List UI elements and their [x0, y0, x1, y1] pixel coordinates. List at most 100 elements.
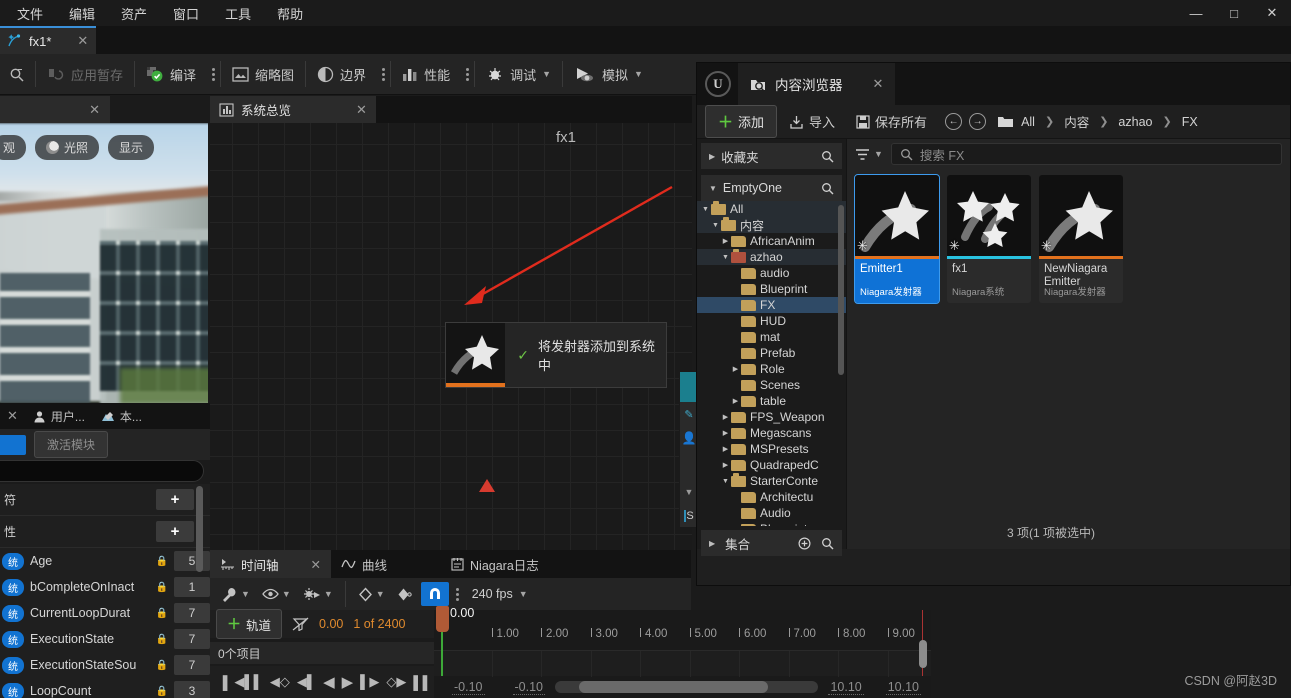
- folder-tree-item[interactable]: ▼ StarterConte: [697, 472, 846, 489]
- asset-tab-fx1[interactable]: fx1* ✕: [0, 26, 97, 54]
- folder-tree-item[interactable]: mat: [697, 329, 846, 345]
- chevron-down-icon[interactable]: ▼: [376, 589, 385, 599]
- previous-key-button[interactable]: ◀▌▌: [234, 674, 262, 690]
- arrow-left-icon[interactable]: ←: [945, 113, 963, 130]
- chevron-down-icon[interactable]: ▼: [720, 254, 731, 261]
- menu-item-edit[interactable]: 编辑: [56, 0, 108, 27]
- collections-header[interactable]: ▶ 集合: [701, 530, 842, 556]
- parameter-row[interactable]: 统 ExecutionState 🔒 7: [0, 626, 210, 652]
- chevron-down-icon[interactable]: ▼: [241, 589, 250, 599]
- chevron-down-icon[interactable]: ▼: [709, 184, 717, 193]
- play-reverse-button[interactable]: ◀: [323, 673, 335, 691]
- close-window-button[interactable]: ✕: [1253, 0, 1291, 26]
- range-end-value[interactable]: 10.10: [885, 680, 921, 695]
- parameter-value[interactable]: 5: [174, 551, 210, 571]
- folder-tree-item[interactable]: ▶ Megascans: [697, 425, 846, 441]
- keyframe-button[interactable]: [392, 587, 419, 602]
- arrow-right-icon[interactable]: →: [969, 113, 987, 130]
- folder-tree[interactable]: ▼ All ▼ 内容 ▶ AfricanAnim ▼ azhao audio Blueprint F…: [697, 201, 846, 526]
- chevron-right-icon[interactable]: ▶: [720, 429, 731, 437]
- chevron-right-icon[interactable]: ▶: [730, 397, 741, 405]
- chevron-down-icon[interactable]: ▼: [874, 149, 883, 159]
- module-color-swatch[interactable]: [0, 434, 26, 455]
- bounds-options-button[interactable]: [377, 67, 390, 81]
- jump-to-start-button[interactable]: ▐: [218, 675, 227, 690]
- view-start-value[interactable]: -0.10: [512, 680, 545, 695]
- performance-options-button[interactable]: [461, 67, 474, 81]
- search-button[interactable]: [0, 54, 35, 95]
- tab-timeline[interactable]: 时间轴 ✕: [210, 550, 331, 578]
- folder-tree-item[interactable]: HUD: [697, 313, 846, 329]
- breadcrumb-content[interactable]: 内容: [1060, 112, 1093, 131]
- search-icon[interactable]: [821, 150, 834, 163]
- timeline-track-area[interactable]: [434, 650, 931, 677]
- chevron-right-icon[interactable]: ▶: [720, 237, 731, 245]
- step-forward-button[interactable]: ▌▶: [360, 674, 379, 690]
- parameter-row[interactable]: 统 ExecutionStateSou 🔒 7: [0, 652, 210, 678]
- play-button[interactable]: ▶: [342, 673, 354, 691]
- folder-tree-item[interactable]: audio: [697, 265, 846, 281]
- close-icon[interactable]: ✕: [356, 102, 367, 118]
- bounds-button[interactable]: 边界: [306, 54, 377, 95]
- activate-module-button[interactable]: 激活模块: [34, 431, 109, 458]
- filter-off-icon[interactable]: [292, 617, 309, 631]
- range-end-handle[interactable]: [919, 640, 927, 668]
- folder-tree-item[interactable]: ▶ QuadrapedC: [697, 457, 846, 473]
- parameter-value[interactable]: 7: [174, 655, 210, 675]
- tab-system-overview[interactable]: 系统总览 ✕: [210, 96, 376, 123]
- key-button[interactable]: ▼: [353, 586, 390, 602]
- folder-tree-item[interactable]: Architectu: [697, 489, 846, 505]
- folder-tree-item[interactable]: ▶ Blueprints: [697, 521, 846, 526]
- folder-tree-item[interactable]: ▶ FPS_Weapon: [697, 409, 846, 425]
- breadcrumb-azhao[interactable]: azhao: [1114, 115, 1156, 129]
- parameter-row[interactable]: 统 CurrentLoopDurat 🔒 7: [0, 600, 210, 626]
- folder-tree-item[interactable]: FX: [697, 297, 846, 313]
- favorites-header[interactable]: ▶ 收藏夹: [701, 143, 842, 169]
- chevron-down-icon[interactable]: ▼: [519, 589, 528, 599]
- parameter-value[interactable]: 7: [174, 603, 210, 623]
- chevron-down-icon[interactable]: ▼: [720, 478, 731, 485]
- chevron-down-icon[interactable]: ▼: [324, 589, 333, 599]
- folder-tree-item[interactable]: Prefab: [697, 345, 846, 361]
- chevron-down-icon[interactable]: ▼: [700, 206, 711, 213]
- menu-item-help[interactable]: 帮助: [264, 0, 316, 27]
- left-viewport-tab[interactable]: ✕: [0, 96, 110, 123]
- thumbnail-button[interactable]: 缩略图: [221, 54, 305, 95]
- timeline-ruler[interactable]: 1.00 2.00 3.00 4.00 5.00 6.00 7.00 8.00 9.00: [434, 628, 931, 650]
- asset-search-input[interactable]: 搜索 FX: [890, 143, 1282, 165]
- compile-button[interactable]: 编译: [135, 54, 207, 95]
- add-track-button[interactable]: ＋ 轨道: [216, 609, 283, 639]
- folder-tree-item[interactable]: ▶ MSPresets: [697, 441, 846, 457]
- parameter-value[interactable]: 3: [174, 681, 210, 698]
- timeline-frame-counter[interactable]: 1 of 2400: [353, 617, 405, 631]
- timeline-horizontal-scrollbar[interactable]: [555, 681, 819, 693]
- viewport-lighting-button[interactable]: 光照: [35, 135, 100, 160]
- tab-niagara-log[interactable]: Niagara日志: [441, 550, 549, 578]
- maximize-button[interactable]: □: [1215, 0, 1253, 26]
- next-key-button[interactable]: ▌▌: [413, 675, 431, 690]
- apply-staged-button[interactable]: 应用暂存: [36, 54, 134, 95]
- menu-item-file[interactable]: 文件: [4, 0, 56, 27]
- viewport-show-button[interactable]: 显示: [108, 135, 155, 160]
- tab-curves[interactable]: 曲线: [331, 550, 397, 578]
- wrench-button[interactable]: ▼: [216, 587, 255, 602]
- chevron-right-icon[interactable]: ▶: [730, 525, 741, 526]
- folder-tree-item[interactable]: ▶ table: [697, 393, 846, 409]
- save-all-button[interactable]: 保存所有: [847, 112, 936, 131]
- parameter-value[interactable]: 7: [174, 629, 210, 649]
- debug-button[interactable]: 调试 ▼: [475, 54, 562, 95]
- parameter-row[interactable]: 统 LoopCount 🔒 3: [0, 678, 210, 698]
- close-icon[interactable]: ✕: [873, 76, 884, 92]
- fps-selector[interactable]: 240 fps ▼: [466, 587, 528, 601]
- import-button[interactable]: 导入: [780, 112, 844, 131]
- minimize-button[interactable]: —: [1177, 0, 1215, 26]
- plus-circle-icon[interactable]: [798, 536, 811, 550]
- parameter-row[interactable]: 统 bCompleteOnInact 🔒 1: [0, 574, 210, 600]
- chevron-right-icon[interactable]: ▶: [709, 152, 715, 161]
- playhead-handle[interactable]: [436, 606, 449, 632]
- folder-tree-item[interactable]: ▼ azhao: [697, 248, 846, 265]
- tab-user-parameters[interactable]: 用户...: [25, 403, 93, 429]
- folder-tree-item[interactable]: Blueprint: [697, 281, 846, 297]
- asset-tile[interactable]: ✳ Emitter1 Niagara发射器: [854, 174, 940, 304]
- chevron-right-icon[interactable]: ▶: [720, 445, 731, 453]
